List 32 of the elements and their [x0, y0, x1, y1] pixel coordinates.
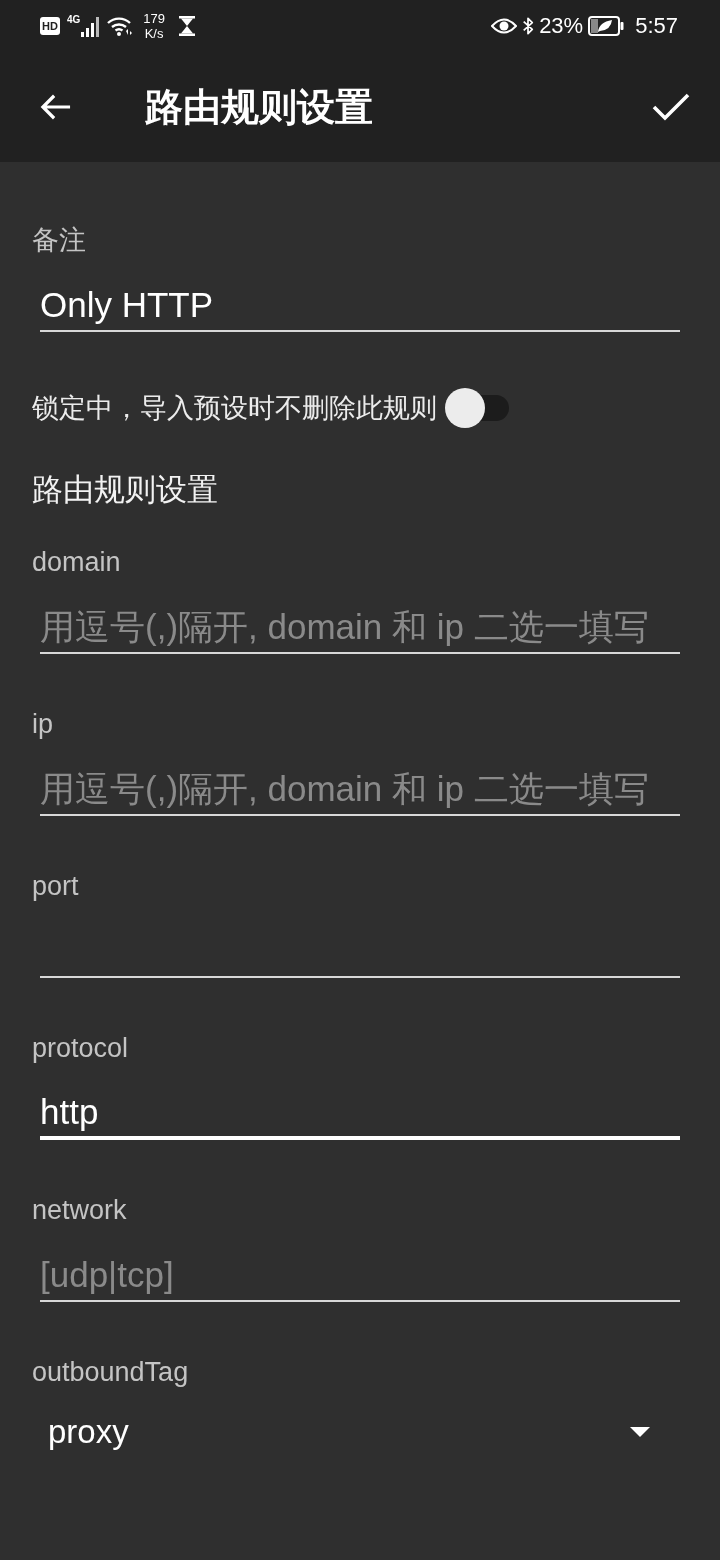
eye-icon: [491, 17, 518, 35]
field-label: outboundTag: [32, 1356, 190, 1388]
dropdown[interactable]: proxy: [40, 1404, 680, 1460]
signal-icon: [81, 17, 101, 37]
input-field[interactable]: http: [40, 1087, 680, 1140]
toolbar-title: 路由规则设置: [145, 84, 374, 130]
hd-badge: HD: [40, 17, 60, 35]
field-label: network: [32, 1194, 128, 1226]
field-label: domain: [32, 546, 122, 578]
input-field[interactable]: [udp|tcp]: [40, 1249, 680, 1302]
field-label: 备注: [32, 224, 87, 256]
bluetooth-icon: [522, 15, 535, 37]
input-field[interactable]: 用逗号(,)隔开, domain 和 ip 二选一填写: [40, 763, 680, 816]
caret-icon: [630, 1427, 650, 1437]
lock-label: 锁定中，导入预设时不删除此规则: [32, 392, 437, 425]
hourglass-icon: [178, 16, 195, 36]
clock-time: 5:57: [635, 13, 678, 39]
field-label: port: [32, 870, 80, 902]
back-arrow-icon[interactable]: [39, 92, 73, 122]
section-title: 路由规则设置: [32, 472, 219, 508]
network-speed-value: 179: [143, 11, 165, 26]
battery-percent: 23%: [539, 13, 584, 39]
battery-leaf-icon: [588, 16, 625, 36]
toggle-switch[interactable]: [445, 388, 509, 428]
input-field[interactable]: 用逗号(,)隔开, domain 和 ip 二选一填写: [40, 601, 680, 654]
field-label: protocol: [32, 1032, 130, 1064]
checkmark-icon[interactable]: [652, 92, 690, 122]
network-type-label: 4G: [66, 15, 81, 25]
field-label: ip: [32, 708, 54, 740]
wifi-icon: [107, 16, 134, 36]
network-speed-unit: K/s: [144, 26, 164, 41]
input-field[interactable]: Only HTTP: [40, 279, 680, 332]
